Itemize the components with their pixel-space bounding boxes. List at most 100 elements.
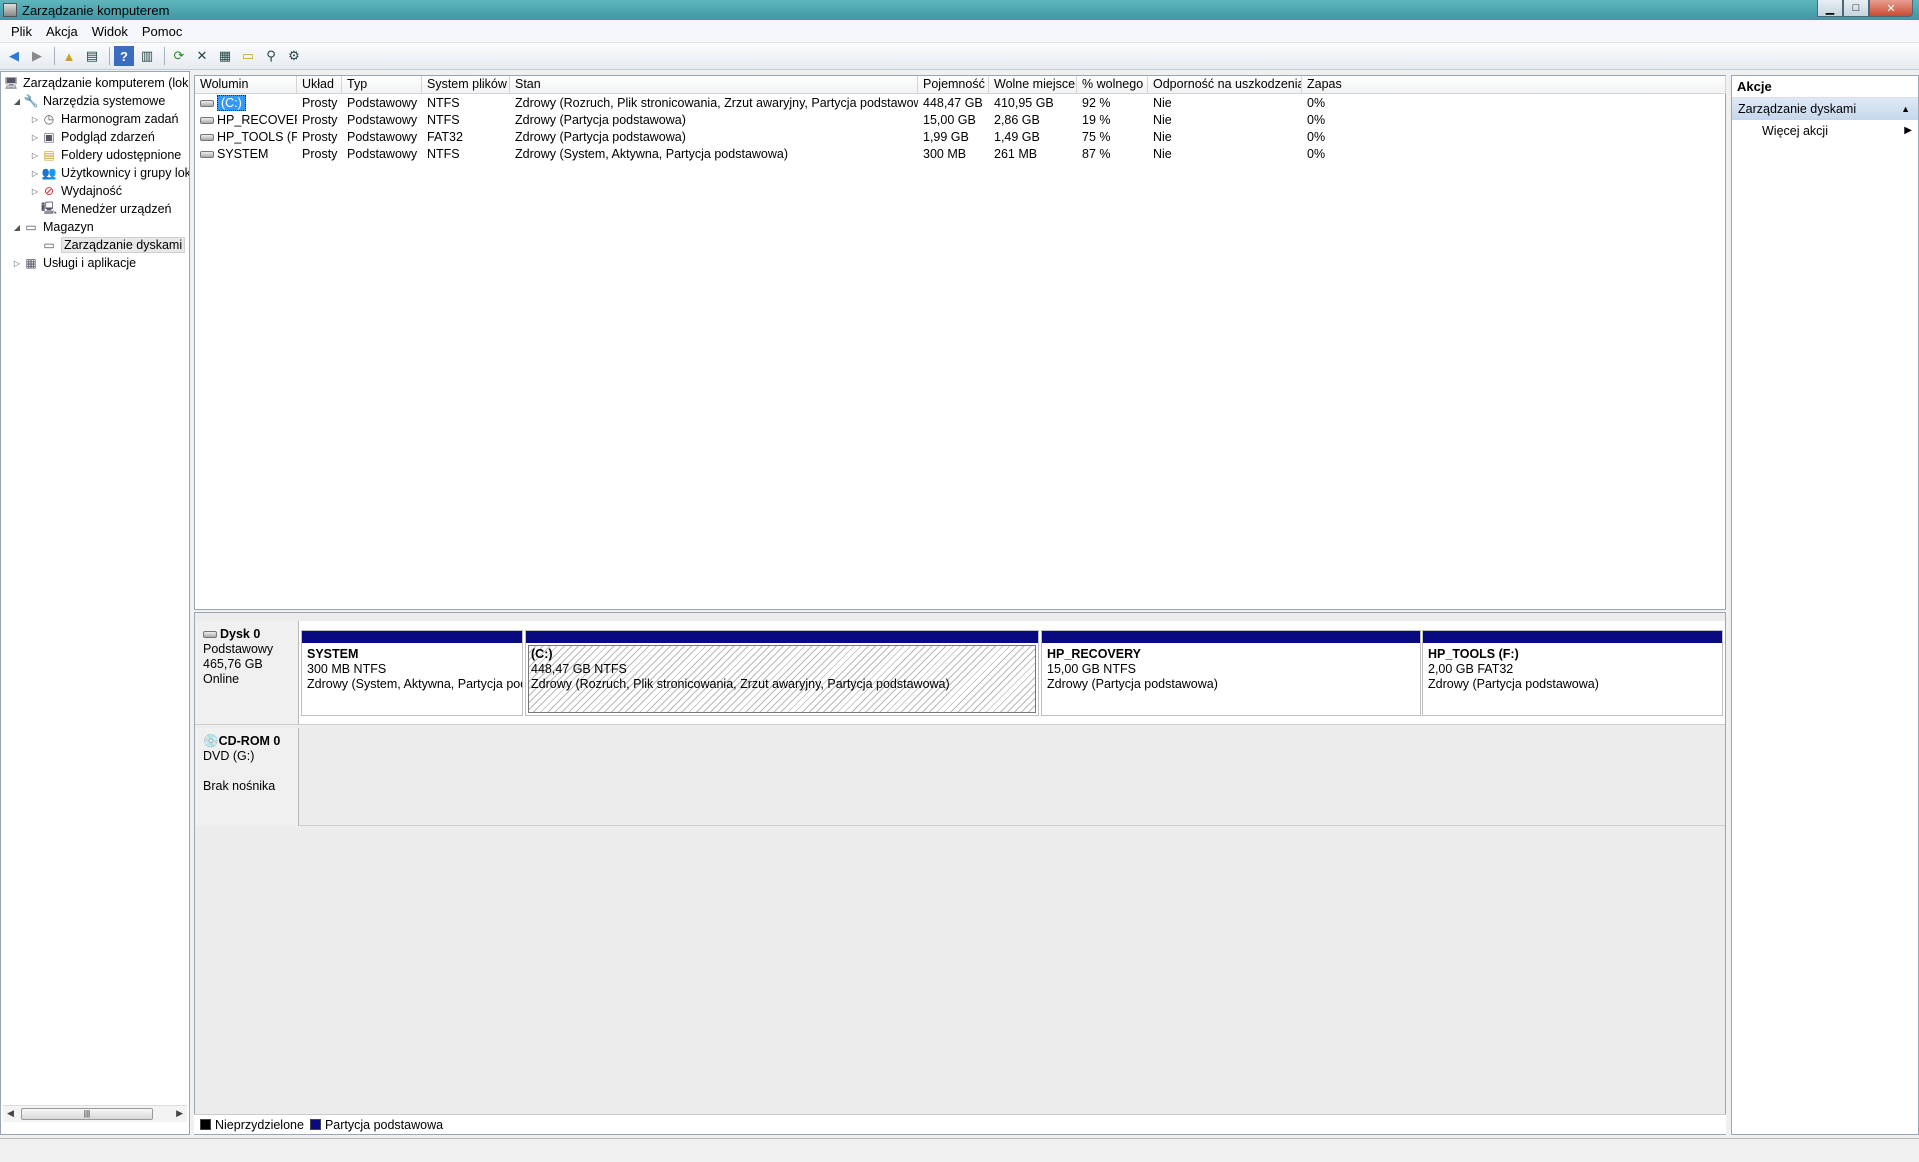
column-header-percent-free[interactable]: % wolnego: [1077, 76, 1148, 94]
menu-plik[interactable]: Plik: [4, 24, 39, 39]
legend-swatch-primary: [309, 1119, 321, 1130]
tree-item-event-viewer[interactable]: ▷ ▣ Podgląd zdarzeń: [29, 128, 155, 146]
device-manager-icon: 🖳: [41, 200, 58, 215]
table-row-cell-volume[interactable]: (C:): [195, 95, 297, 112]
table-cell: Podstawowy: [347, 147, 418, 161]
table-cell: Nie: [1153, 147, 1172, 161]
toolbar-separator: [164, 47, 165, 65]
minimize-button[interactable]: ▁: [1817, 0, 1843, 17]
table-cell: Podstawowy: [347, 96, 418, 110]
properties-icon[interactable]: ▦: [215, 46, 235, 66]
more-actions-item[interactable]: Więcej akcji ▶: [1732, 120, 1918, 142]
menu-akcja[interactable]: Akcja: [39, 24, 85, 39]
scroll-left-icon[interactable]: ◀: [7, 1108, 14, 1119]
settings-icon[interactable]: ⚙: [284, 46, 304, 66]
collapse-icon[interactable]: ◢: [11, 97, 23, 106]
table-cell: 0%: [1307, 147, 1326, 161]
column-header-free-space[interactable]: Wolne miejsce: [989, 76, 1077, 94]
partition-c[interactable]: (C:) 448,47 GB NTFS Zdrowy (Rozruch, Pli…: [525, 630, 1039, 716]
tree-item-shared-folders[interactable]: ▷ ▤ Foldery udostępnione: [29, 146, 181, 164]
delete-icon[interactable]: ✕: [192, 46, 212, 66]
collapse-chevron-icon[interactable]: ▲: [1901, 98, 1910, 120]
tree-item-local-users-groups[interactable]: ▷ 👥 Użytkownicy i grupy lokalne: [29, 164, 189, 182]
toolbar-separator: [54, 47, 55, 65]
partition-system[interactable]: SYSTEM 300 MB NTFS Zdrowy (System, Aktyw…: [301, 630, 523, 716]
toolbar-separator: [109, 47, 110, 65]
table-row-cell-volume[interactable]: HP_TOOLS (F:): [195, 129, 297, 146]
table-cell: Prosty: [302, 96, 338, 110]
volume-list: Wolumin Układ Typ System plików Stan Poj…: [194, 75, 1726, 610]
collapse-icon[interactable]: ◢: [11, 223, 23, 232]
partition-hp-tools[interactable]: HP_TOOLS (F:) 2,00 GB FAT32 Zdrowy (Part…: [1422, 630, 1723, 716]
expand-icon[interactable]: ▷: [29, 169, 41, 178]
expand-icon[interactable]: ▷: [29, 187, 41, 196]
column-header-fault-tolerance[interactable]: Odporność na uszkodzenia: [1148, 76, 1302, 94]
cdrom-0-row: 💿CD-ROM 0 DVD (G:) Brak nośnika: [195, 728, 1725, 826]
menu-pomoc[interactable]: Pomoc: [135, 24, 189, 39]
tree-item-task-scheduler[interactable]: ▷ ◷ Harmonogram zadań: [29, 110, 179, 128]
scroll-thumb[interactable]: |||: [21, 1108, 153, 1120]
table-cell: 0%: [1307, 130, 1326, 144]
cdrom-0-info[interactable]: 💿CD-ROM 0 DVD (G:) Brak nośnika: [195, 728, 299, 826]
computer-management-icon: [3, 3, 17, 17]
table-cell: 75 %: [1082, 130, 1111, 144]
back-icon[interactable]: ◀: [4, 46, 24, 66]
tree-item-computer-management[interactable]: 🖥 Zarządzanie komputerem (lokalny): [3, 74, 189, 92]
expand-icon[interactable]: ▷: [11, 259, 23, 268]
expand-icon[interactable]: ▷: [29, 151, 41, 160]
disk-map: Dysk 0 Podstawowy 465,76 GB Online SYSTE…: [194, 612, 1726, 1135]
tree-item-device-manager[interactable]: 🖳 Menedżer urządzeń: [41, 200, 171, 218]
disk-management-icon: ▭: [43, 238, 55, 252]
expand-icon[interactable]: ▷: [29, 115, 41, 124]
disk-0-info[interactable]: Dysk 0 Podstawowy 465,76 GB Online: [195, 621, 299, 724]
column-header-status[interactable]: Stan: [510, 76, 918, 94]
table-cell: 261 MB: [994, 147, 1038, 161]
column-header-volume[interactable]: Wolumin: [195, 76, 297, 94]
refresh-icon[interactable]: ⟳: [169, 46, 189, 66]
column-header-filesystem[interactable]: System plików: [422, 76, 510, 94]
close-button[interactable]: ✕: [1869, 0, 1913, 17]
column-header-capacity[interactable]: Pojemność: [918, 76, 989, 94]
open-folder-icon[interactable]: ▭: [238, 46, 258, 66]
tree-item-performance[interactable]: ▷ ⊘ Wydajność: [29, 182, 122, 200]
horizontal-scrollbar[interactable]: ◀ ||| ▶: [3, 1105, 187, 1122]
table-cell: 92 %: [1082, 96, 1111, 110]
show-hide-tree-icon[interactable]: ▤: [82, 46, 102, 66]
legend: Nieprzydzielone Partycja podstawowa: [194, 1114, 1726, 1134]
table-cell: 2,86 GB: [994, 113, 1040, 127]
column-header-overhead[interactable]: Zapas: [1302, 76, 1726, 94]
tree-item-storage[interactable]: ◢ ▭ Magazyn: [11, 218, 94, 236]
volume-icon: [200, 134, 214, 142]
table-cell: 448,47 GB: [923, 96, 983, 110]
column-header-type[interactable]: Typ: [342, 76, 422, 94]
clock-icon: ◷: [43, 112, 55, 126]
scroll-right-icon[interactable]: ▶: [176, 1108, 183, 1119]
column-header-layout[interactable]: Układ: [297, 76, 342, 94]
table-cell: Nie: [1153, 96, 1172, 110]
search-icon[interactable]: ⚲: [261, 46, 281, 66]
help-icon[interactable]: ?: [114, 46, 134, 66]
menu-widok[interactable]: Widok: [85, 24, 135, 39]
submenu-arrow-icon: ▶: [1904, 125, 1912, 136]
tree-item-disk-management[interactable]: ▭ Zarządzanie dyskami: [41, 236, 186, 254]
up-folder-icon[interactable]: ▲: [59, 46, 79, 66]
tree-item-system-tools[interactable]: ◢ 🔧 Narzędzia systemowe: [11, 92, 165, 110]
partition-hp-recovery[interactable]: HP_RECOVERY 15,00 GB NTFS Zdrowy (Partyc…: [1041, 630, 1421, 716]
table-cell: Zdrowy (Partycja podstawowa): [515, 113, 686, 127]
disk-0-row: Dysk 0 Podstawowy 465,76 GB Online SYSTE…: [195, 621, 1725, 725]
actions-section-disk-management[interactable]: Zarządzanie dyskami ▲: [1732, 98, 1918, 120]
tree-item-services-apps[interactable]: ▷ ▦ Usługi i aplikacje: [11, 254, 136, 272]
partition-bar: [526, 631, 1038, 643]
title-bar: Zarządzanie komputerem ▁ □ ✕: [0, 0, 1919, 20]
table-cell: 19 %: [1082, 113, 1111, 127]
maximize-button[interactable]: □: [1843, 0, 1869, 17]
show-hide-actions-icon[interactable]: ▥: [137, 46, 157, 66]
partition-bar: [1042, 631, 1420, 643]
table-row-cell-volume[interactable]: HP_RECOVERY: [195, 112, 297, 129]
forward-icon[interactable]: ▶: [27, 46, 47, 66]
table-cell: Zdrowy (System, Aktywna, Partycja podsta…: [515, 147, 789, 161]
legend-unallocated: Nieprzydzielone: [215, 1117, 304, 1132]
table-cell: NTFS: [427, 147, 460, 161]
table-row-cell-volume[interactable]: SYSTEM: [195, 146, 297, 163]
expand-icon[interactable]: ▷: [29, 133, 41, 142]
